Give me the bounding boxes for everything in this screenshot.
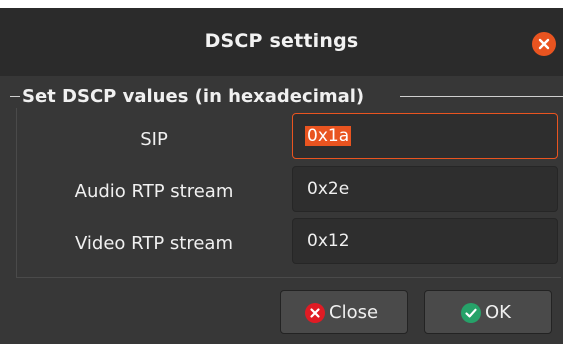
close-button[interactable]: Close xyxy=(280,290,408,334)
audio-rtp-input-value: 0x2e xyxy=(307,179,350,199)
audio-rtp-input[interactable]: 0x2e xyxy=(292,166,558,212)
close-circle-icon xyxy=(305,303,325,323)
group-box-border-right xyxy=(400,96,563,97)
audio-rtp-label: Audio RTP stream xyxy=(74,181,234,202)
ok-button-label: OK xyxy=(485,302,511,323)
group-box-border-left xyxy=(10,96,20,97)
close-x-icon[interactable] xyxy=(532,32,556,56)
check-circle-icon xyxy=(461,303,481,323)
group-box-title: Set DSCP values (in hexadecimal) xyxy=(20,86,367,107)
sip-label: SIP xyxy=(140,129,168,150)
dscp-dialog: DSCP settings Set DSCP values (in hexade… xyxy=(0,8,563,344)
video-rtp-input[interactable]: 0x12 xyxy=(292,218,558,264)
video-rtp-input-value: 0x12 xyxy=(307,231,350,251)
sip-input-value: 0x1a xyxy=(305,126,352,146)
video-rtp-label: Video RTP stream xyxy=(74,233,233,254)
sip-input[interactable]: 0x1a xyxy=(292,113,558,159)
ok-button[interactable]: OK xyxy=(424,290,552,334)
close-button-label: Close xyxy=(329,302,379,323)
titlebar: DSCP settings xyxy=(0,8,563,76)
dialog-title: DSCP settings xyxy=(204,30,359,52)
